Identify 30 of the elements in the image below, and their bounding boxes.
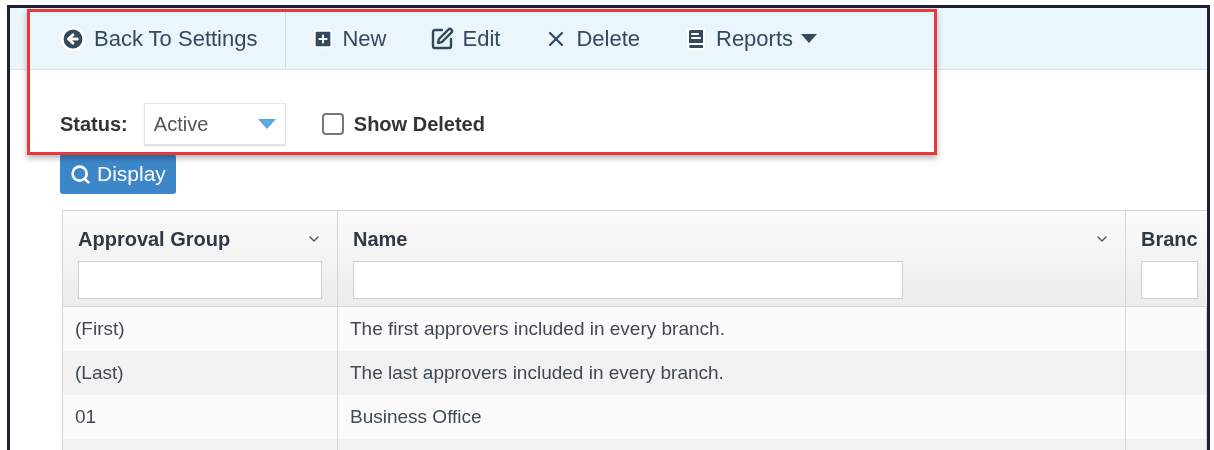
column-filter-field[interactable] bbox=[1141, 261, 1198, 299]
plus-icon bbox=[312, 27, 335, 50]
display-button[interactable]: Display bbox=[60, 154, 176, 194]
table-cell-text: (Last) bbox=[75, 360, 124, 385]
search-icon bbox=[70, 163, 91, 185]
column-title: Approval Group bbox=[78, 227, 231, 252]
show-deleted-checkbox[interactable]: Show Deleted bbox=[321, 109, 485, 139]
column-title: Name bbox=[353, 227, 408, 252]
dropdown-caret-icon bbox=[257, 119, 276, 129]
column-title: Branc bbox=[1141, 227, 1198, 252]
table-cell-text: Business Office bbox=[350, 404, 482, 429]
column-header[interactable]: Approval Group bbox=[63, 211, 338, 306]
table-cell-text: The last approvers included in every branch. bbox=[350, 360, 724, 385]
toolbar-button[interactable]: New bbox=[312, 8, 387, 69]
toolbar-button[interactable]: Edit bbox=[430, 8, 501, 69]
column-header[interactable]: Name bbox=[338, 211, 1126, 306]
edit-icon bbox=[430, 26, 455, 51]
table-cell-text: 01 bbox=[75, 404, 97, 429]
table-cell-text: The first approvers included in every branch. bbox=[350, 316, 725, 341]
caret-icon bbox=[801, 34, 818, 43]
back-button[interactable]: Back To Settings bbox=[10, 8, 287, 69]
toolbar-button[interactable]: Delete bbox=[544, 8, 640, 69]
column-filter-field[interactable] bbox=[78, 261, 322, 299]
column-filter-field[interactable] bbox=[353, 261, 903, 299]
status-dropdown[interactable]: Active bbox=[143, 103, 286, 145]
book-icon bbox=[684, 26, 708, 51]
table-cell-text: (First) bbox=[75, 316, 125, 341]
toolbar-button[interactable]: Reports bbox=[684, 8, 818, 69]
status-label: Status: bbox=[60, 112, 128, 137]
column-header[interactable]: Branc bbox=[1126, 211, 1207, 306]
